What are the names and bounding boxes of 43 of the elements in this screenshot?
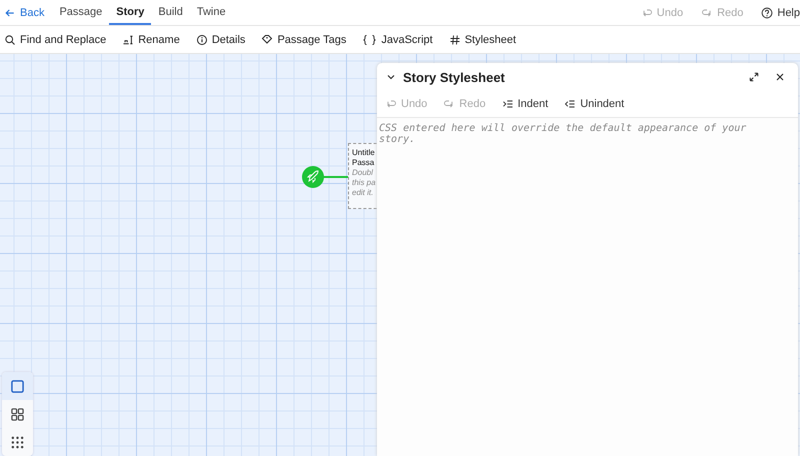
help-icon (761, 6, 774, 18)
tag-icon (261, 34, 274, 46)
rocket-icon (302, 166, 324, 188)
connector-line (322, 176, 349, 178)
passage-excerpt: edit it. (352, 188, 374, 198)
tab[interactable]: Story (109, 0, 152, 25)
square-icon (11, 380, 24, 392)
info-tool-button[interactable]: Details (196, 34, 246, 46)
undo-icon (385, 98, 397, 110)
redo-icon (443, 98, 456, 110)
unindent-button[interactable]: Unindent (556, 98, 632, 110)
back-button[interactable]: Back (4, 0, 52, 25)
maximize-icon[interactable] (748, 71, 760, 83)
tab[interactable]: Twine (190, 0, 233, 25)
dialog-title: Story Stylesheet (403, 70, 505, 84)
passage-title: Passa (352, 158, 376, 168)
tab[interactable]: Build (151, 0, 190, 25)
undo-icon (640, 6, 653, 18)
search-tool-button[interactable]: Find and Replace (4, 34, 106, 46)
search-icon (4, 34, 16, 46)
stylesheet-editor[interactable]: CSS entered here will override the default appearance of your story. (377, 118, 798, 456)
indent-button[interactable]: Indent (494, 98, 556, 110)
hash-tool-button[interactable]: Stylesheet (448, 34, 516, 46)
arrow-left-icon (4, 6, 16, 18)
zoom-one-button[interactable] (2, 372, 33, 400)
close-icon[interactable] (774, 71, 786, 83)
tab[interactable]: Passage (52, 0, 110, 25)
rename-tool-button[interactable]: Rename (122, 34, 180, 46)
help-button[interactable]: Help (752, 0, 800, 25)
hash-icon (448, 34, 461, 46)
dot-grid-icon (11, 436, 24, 448)
redo-icon (701, 6, 714, 18)
passage-title: Untitle (352, 148, 376, 158)
rename-icon (122, 34, 134, 46)
tag-tool-button[interactable]: Passage Tags (261, 34, 346, 46)
passage-excerpt: Doubl (352, 168, 374, 178)
indent-icon (502, 98, 514, 110)
braces-icon (362, 34, 378, 46)
unindent-icon (564, 98, 576, 110)
braces-tool-button[interactable]: JavaScript (362, 34, 433, 46)
info-icon (196, 34, 208, 46)
passage-excerpt: this pa (352, 178, 377, 188)
four-squares-icon (11, 408, 24, 420)
